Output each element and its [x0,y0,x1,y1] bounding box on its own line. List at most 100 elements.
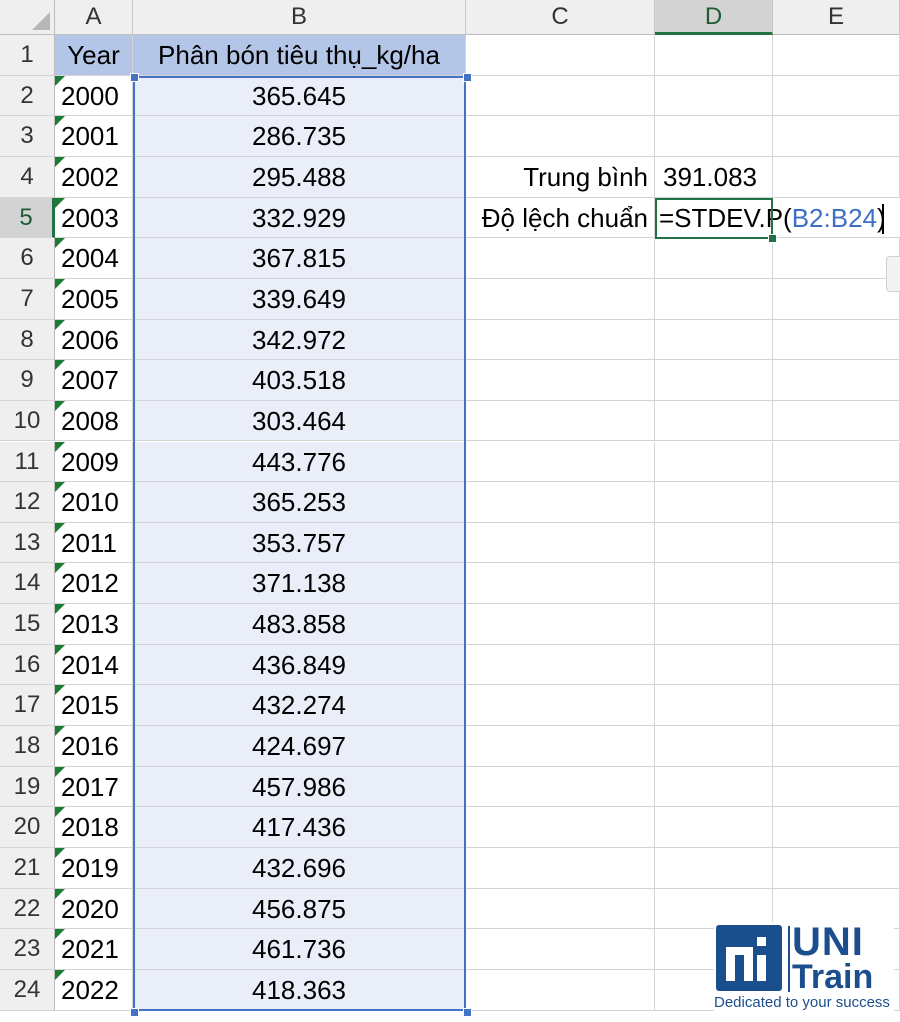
year-cell[interactable]: 2007 [55,360,133,401]
cell-c14[interactable] [466,563,655,605]
cell-c23[interactable] [466,929,655,970]
year-cell[interactable]: 2012 [55,563,133,605]
row-header-8[interactable]: 8 [0,319,55,361]
row-header-6[interactable]: 6 [0,238,55,279]
header-cell-fertilizer[interactable]: Phân bón tiêu thụ_kg/ha [133,35,466,76]
cell-d20[interactable] [655,807,773,848]
cell-c8[interactable] [466,319,655,361]
column-header-d[interactable]: D [655,0,773,35]
cell-e17[interactable] [773,685,900,727]
cell-d9[interactable] [655,360,773,401]
year-cell[interactable]: 2002 [55,156,133,198]
row-header-1[interactable]: 1 [0,35,55,76]
row-header-16[interactable]: 16 [0,644,55,686]
cell-d3[interactable] [655,116,773,157]
cell-d8[interactable] [655,319,773,361]
year-cell[interactable]: 2018 [55,807,133,848]
cell-d2[interactable] [655,75,773,117]
cell-c13[interactable] [466,522,655,564]
fertilizer-value-cell[interactable]: 332.929 [133,197,466,239]
row-header-17[interactable]: 17 [0,685,55,727]
cell-e1[interactable] [773,35,900,76]
cell-c2[interactable] [466,75,655,117]
row-header-20[interactable]: 20 [0,807,55,848]
cell-e20[interactable] [773,807,900,848]
spreadsheet-grid[interactable]: A B C D E 1 Year Phân bón tiêu thụ_kg/ha 2 2000 36… [0,0,900,1022]
cell-e11[interactable] [773,441,900,483]
cell-c22[interactable] [466,888,655,930]
row-header-24[interactable]: 24 [0,969,55,1011]
fertilizer-value-cell[interactable]: 403.518 [133,360,466,401]
fertilizer-value-cell[interactable]: 339.649 [133,278,466,320]
year-cell[interactable]: 2009 [55,441,133,483]
cell-e16[interactable] [773,644,900,686]
cell-d17[interactable] [655,685,773,727]
cell-e7[interactable] [773,278,900,320]
row-header-5[interactable]: 5 [0,197,55,239]
fertilizer-value-cell[interactable]: 418.363 [133,969,466,1011]
cell-d6[interactable] [655,238,773,279]
side-panel-tab[interactable] [886,256,900,292]
cell-d12[interactable] [655,482,773,523]
column-header-e[interactable]: E [773,0,900,35]
row-header-23[interactable]: 23 [0,929,55,970]
cell-d11[interactable] [655,441,773,483]
cell-d13[interactable] [655,522,773,564]
cell-c20[interactable] [466,807,655,848]
row-header-3[interactable]: 3 [0,116,55,157]
year-cell[interactable]: 2006 [55,319,133,361]
fertilizer-value-cell[interactable]: 367.815 [133,238,466,279]
cell-e3[interactable] [773,116,900,157]
row-header-4[interactable]: 4 [0,156,55,198]
cell-d1[interactable] [655,35,773,76]
fertilizer-value-cell[interactable]: 432.696 [133,848,466,889]
year-cell[interactable]: 2022 [55,969,133,1011]
cell-c7[interactable] [466,278,655,320]
cell-c3[interactable] [466,116,655,157]
cell-d14[interactable] [655,563,773,605]
row-header-11[interactable]: 11 [0,441,55,483]
year-cell[interactable]: 2014 [55,644,133,686]
fertilizer-value-cell[interactable]: 371.138 [133,563,466,605]
cell-e9[interactable] [773,360,900,401]
year-cell[interactable]: 2017 [55,766,133,808]
year-cell[interactable]: 2008 [55,400,133,442]
cell-c6[interactable] [466,238,655,279]
fertilizer-value-cell[interactable]: 436.849 [133,644,466,686]
row-header-19[interactable]: 19 [0,766,55,808]
cell-e5[interactable] [773,198,900,239]
fertilizer-value-cell[interactable]: 303.464 [133,400,466,442]
fill-handle[interactable] [768,234,777,244]
cell-d19[interactable] [655,766,773,808]
fertilizer-value-cell[interactable]: 417.436 [133,807,466,848]
row-header-13[interactable]: 13 [0,522,55,564]
fertilizer-value-cell[interactable]: 353.757 [133,522,466,564]
year-cell[interactable]: 2015 [55,685,133,727]
cell-e14[interactable] [773,563,900,605]
fertilizer-value-cell[interactable]: 286.735 [133,116,466,157]
cell-d10[interactable] [655,400,773,442]
cell-c21[interactable] [466,848,655,889]
year-cell[interactable]: 2000 [55,75,133,117]
cell-c12[interactable] [466,482,655,523]
fertilizer-value-cell[interactable]: 432.274 [133,685,466,727]
cell-e21[interactable] [773,848,900,889]
select-all-corner[interactable] [0,0,55,35]
cell-d16[interactable] [655,644,773,686]
row-header-22[interactable]: 22 [0,888,55,930]
cell-c24[interactable] [466,969,655,1011]
cell-c17[interactable] [466,685,655,727]
year-cell[interactable]: 2004 [55,238,133,279]
cell-d21[interactable] [655,848,773,889]
fertilizer-value-cell[interactable]: 461.736 [133,929,466,970]
cell-c1[interactable] [466,35,655,76]
row-header-12[interactable]: 12 [0,482,55,523]
cell-e2[interactable] [773,75,900,117]
std-formula-cell[interactable]: =STDEV.P(B2:B24) [655,197,886,239]
year-cell[interactable]: 2005 [55,278,133,320]
cell-e8[interactable] [773,319,900,361]
year-cell[interactable]: 2010 [55,482,133,523]
fertilizer-value-cell[interactable]: 365.645 [133,75,466,117]
fertilizer-value-cell[interactable]: 443.776 [133,441,466,483]
fertilizer-value-cell[interactable]: 365.253 [133,482,466,523]
